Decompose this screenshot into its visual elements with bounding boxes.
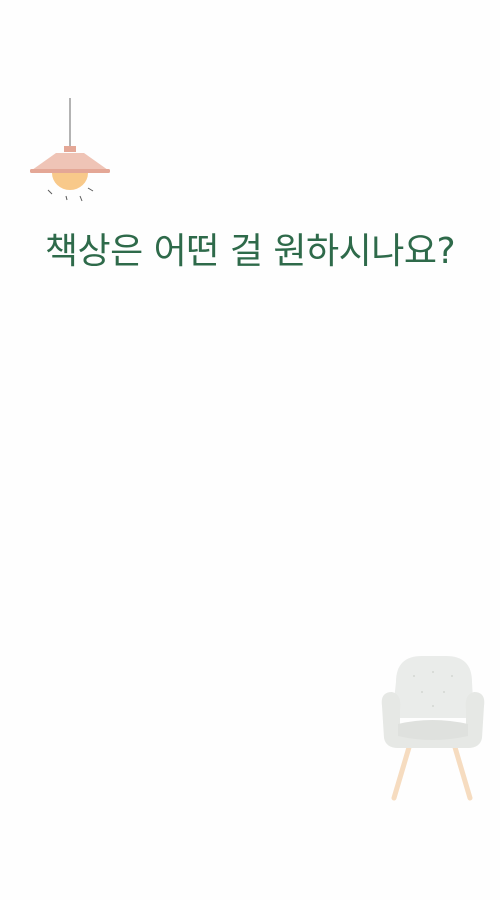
armchair-icon <box>381 656 485 801</box>
pendant-lamp-icon <box>30 98 110 202</box>
survey-screen: 책상은 어떤 걸 원하시나요? <box>0 0 500 900</box>
question-title: 책상은 어떤 걸 원하시나요? <box>44 231 456 272</box>
